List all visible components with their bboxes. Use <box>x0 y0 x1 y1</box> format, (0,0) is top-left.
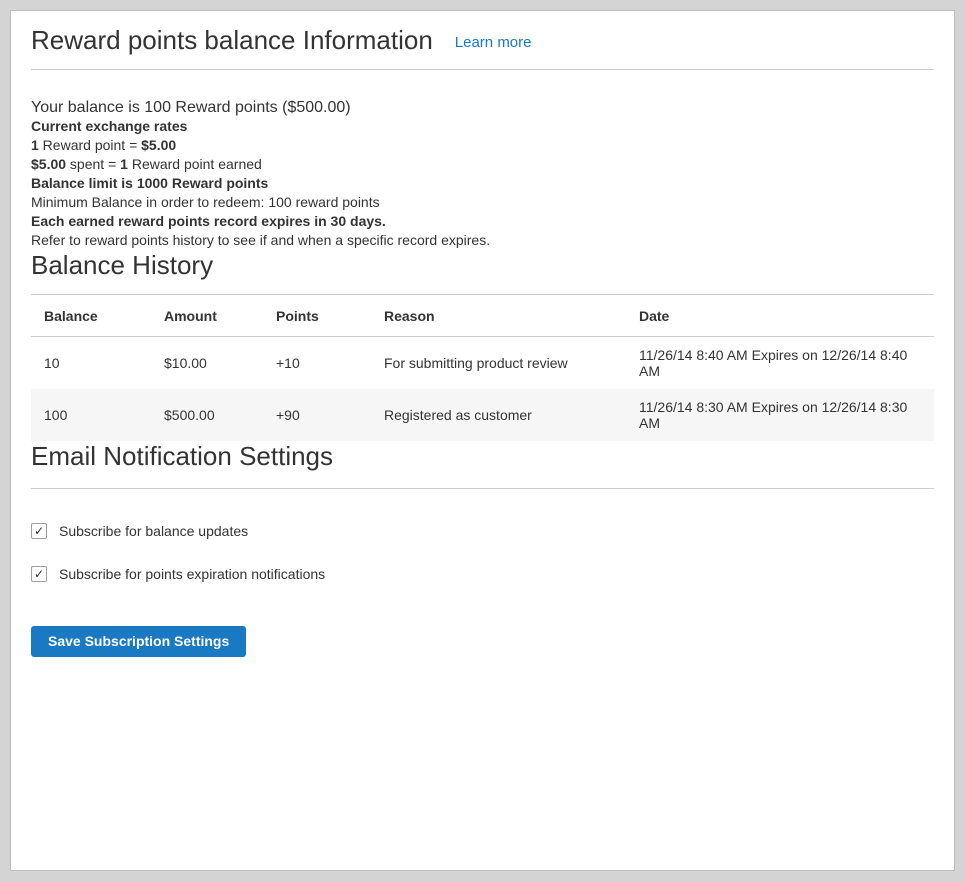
expiry-note-text: Refer to reward points history to see if… <box>31 231 934 250</box>
table-row: 100$500.00+90Registered as customer11/26… <box>31 389 934 441</box>
subscription-checkbox-row[interactable]: ✓ Subscribe for balance updates <box>31 523 934 539</box>
exchange-rates-heading: Current exchange rates <box>31 117 934 136</box>
rate1-points: 1 <box>31 137 39 153</box>
page-title: Reward points balance Information <box>31 25 433 56</box>
rate1-amount: $5.00 <box>141 137 176 153</box>
balance-limit-text: Balance limit is 1000 Reward points <box>31 174 934 193</box>
checkbox[interactable]: ✓ <box>31 523 47 539</box>
balance-history-heading: Balance History <box>31 250 934 281</box>
exchange-rate-line-1: 1 Reward point = $5.00 <box>31 136 934 155</box>
reward-info-card: Reward points balance Information Learn … <box>10 10 955 871</box>
checkbox-list: ✓ Subscribe for balance updates ✓ Subscribe… <box>31 523 934 582</box>
rate2-text1: spent = <box>66 156 120 172</box>
table-row: 10$10.00+10For submitting product review… <box>31 337 934 390</box>
rate2-text2: Reward point earned <box>128 156 262 172</box>
subscription-checkbox-row[interactable]: ✓ Subscribe for points expiration notific… <box>31 566 934 582</box>
cell-amount: $10.00 <box>151 337 263 390</box>
balance-summary: Your balance is 100 Reward points ($500.… <box>31 99 934 117</box>
cell-points: +10 <box>263 337 371 390</box>
cell-points: +90 <box>263 389 371 441</box>
email-settings-divider <box>31 488 934 489</box>
cell-date: 11/26/14 8:30 AM Expires on 12/26/14 8:3… <box>626 389 934 441</box>
rate2-points: 1 <box>120 156 128 172</box>
column-header-amount: Amount <box>151 295 263 337</box>
cell-date: 11/26/14 8:40 AM Expires on 12/26/14 8:4… <box>626 337 934 390</box>
email-settings-heading: Email Notification Settings <box>31 441 934 472</box>
history-table-body: 10$10.00+10For submitting product review… <box>31 337 934 442</box>
column-header-date: Date <box>626 295 934 337</box>
checkbox[interactable]: ✓ <box>31 566 47 582</box>
checkbox-label: Subscribe for balance updates <box>59 523 248 539</box>
column-header-points: Points <box>263 295 371 337</box>
cell-reason: For submitting product review <box>371 337 626 390</box>
balance-history-table: BalanceAmountPointsReasonDate 10$10.00+1… <box>31 294 934 441</box>
cell-balance: 100 <box>31 389 151 441</box>
save-subscription-settings-button[interactable]: Save Subscription Settings <box>31 626 246 657</box>
title-divider <box>31 69 934 70</box>
column-header-balance: Balance <box>31 295 151 337</box>
exchange-rate-line-2: $5.00 spent = 1 Reward point earned <box>31 155 934 174</box>
page-title-row: Reward points balance Information Learn … <box>31 23 934 56</box>
cell-amount: $500.00 <box>151 389 263 441</box>
history-table-header-row: BalanceAmountPointsReasonDate <box>31 295 934 337</box>
minimum-redeem-text: Minimum Balance in order to redeem: 100 … <box>31 193 934 212</box>
cell-balance: 10 <box>31 337 151 390</box>
checkbox-label: Subscribe for points expiration notifica… <box>59 566 325 582</box>
learn-more-link[interactable]: Learn more <box>455 34 532 51</box>
cell-reason: Registered as customer <box>371 389 626 441</box>
column-header-reason: Reason <box>371 295 626 337</box>
rate2-amount: $5.00 <box>31 156 66 172</box>
expiry-rule-text: Each earned reward points record expires… <box>31 212 934 231</box>
rate1-text: Reward point = <box>39 137 141 153</box>
